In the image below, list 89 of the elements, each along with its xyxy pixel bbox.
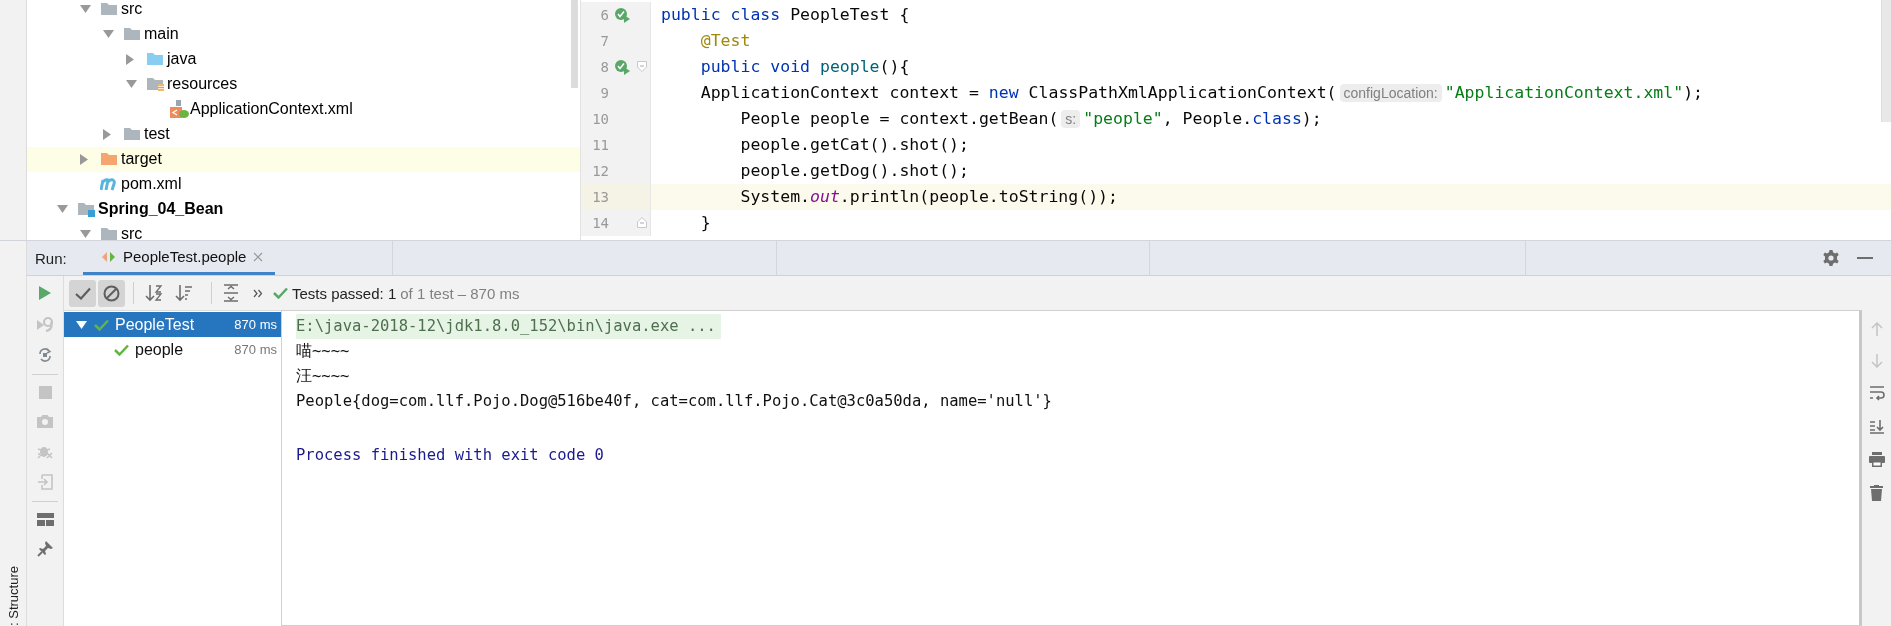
settings-icon[interactable]	[1823, 250, 1839, 266]
expanded-arrow-icon[interactable]	[80, 230, 91, 238]
collapsed-arrow-icon[interactable]	[80, 153, 88, 165]
soft-wrap-icon[interactable]	[1868, 386, 1885, 401]
show-passed-toggle[interactable]	[69, 279, 96, 307]
line-number: 8	[599, 58, 609, 75]
xml-file-icon	[169, 99, 189, 119]
expanded-arrow-icon[interactable]	[103, 30, 114, 38]
maven-file-icon	[100, 177, 118, 191]
tool-window-label[interactable]: : Structure	[5, 564, 21, 626]
line-number: 9	[599, 84, 609, 101]
tree-item[interactable]: main	[144, 25, 179, 43]
folder-icon	[123, 126, 141, 142]
test-tree-item[interactable]: PeopleTest 870 ms	[64, 312, 281, 337]
line-number: 10	[591, 110, 609, 127]
expanded-arrow-icon[interactable]	[126, 80, 137, 88]
exit-icon[interactable]	[37, 474, 53, 490]
line-number: 12	[591, 162, 609, 179]
tree-item[interactable]: resources	[167, 75, 238, 93]
minimize-icon[interactable]	[1857, 256, 1873, 260]
expand-all-icon[interactable]	[223, 284, 239, 302]
scroll-to-end-icon[interactable]	[1868, 419, 1885, 434]
tree-item[interactable]: test	[144, 125, 170, 143]
code-line: }	[699, 213, 711, 232]
line-number: 7	[599, 32, 609, 49]
rerun-icon[interactable]	[38, 285, 52, 301]
code-line: public void people(){	[699, 57, 910, 76]
tree-item[interactable]: target	[121, 150, 162, 168]
passed-check-icon	[273, 287, 288, 299]
run-tab[interactable]: PeopleTest.people	[83, 241, 276, 275]
folder-icon	[100, 1, 118, 17]
module-folder-icon	[77, 201, 95, 217]
down-arrow-icon[interactable]	[1870, 354, 1883, 368]
run-test-icon[interactable]	[613, 6, 631, 23]
check-icon	[74, 286, 91, 300]
test-summary: Tests passed: 1	[292, 284, 397, 302]
pin-icon[interactable]	[37, 541, 53, 557]
test-tree-item[interactable]: people 870 ms	[64, 337, 281, 362]
expanded-arrow-icon[interactable]	[57, 205, 68, 213]
stop-icon[interactable]	[38, 386, 52, 399]
code-line: System.out.println(people.toString());	[739, 187, 1118, 206]
tree-item[interactable]: ApplicationContext.xml	[190, 100, 353, 118]
more-icon[interactable]	[253, 288, 263, 298]
prohibited-icon	[103, 284, 120, 302]
tree-item[interactable]: src	[121, 0, 143, 18]
run-test-icon[interactable]	[613, 58, 631, 75]
code-line: People people = context.getBean( s: "people", People.class);	[739, 109, 1322, 128]
line-number: 14	[591, 214, 609, 231]
line-number: 11	[591, 136, 609, 153]
code-line: people.getCat().shot();	[739, 135, 969, 154]
code-line: ApplicationContext context = new ClassPathXmlApplicationContext( configLocation: "ApplicationContext.xml");	[699, 83, 1703, 102]
fold-marker-icon[interactable]	[637, 217, 647, 228]
tree-item[interactable]: src	[121, 225, 143, 240]
code-line: public class PeopleTest {	[660, 5, 910, 24]
sort-by-duration-icon[interactable]	[175, 284, 193, 302]
layout-icon[interactable]	[36, 513, 54, 526]
console-line: 汪~~~~	[296, 366, 350, 387]
delete-icon[interactable]	[1870, 485, 1883, 501]
sort-alphabetically-icon[interactable]	[145, 284, 163, 302]
console-line: People{dog=com.llf.Pojo.Dog@516be40f, cat=com.llf.Pojo.Cat@3c0a50da, name='null'}	[296, 391, 1052, 412]
console-line: Process finished with exit code 0	[296, 445, 604, 466]
expanded-arrow-icon[interactable]	[75, 320, 87, 329]
line-number: 13	[591, 188, 609, 205]
scrollbar[interactable]	[1881, 0, 1891, 122]
test-summary-detail: of 1 test – 870 ms	[400, 284, 520, 302]
tree-item[interactable]: Spring_04_Bean	[98, 200, 224, 218]
line-number: 6	[599, 6, 609, 23]
tree-item[interactable]: pom.xml	[121, 175, 182, 193]
fold-marker-icon[interactable]	[637, 61, 647, 72]
close-icon[interactable]	[253, 251, 264, 262]
tree-item[interactable]: java	[167, 50, 197, 68]
folder-icon	[123, 26, 141, 42]
collapsed-arrow-icon[interactable]	[126, 53, 134, 65]
code-line: people.getDog().shot();	[739, 161, 969, 180]
panel-title: Run:	[34, 249, 68, 267]
camera-icon[interactable]	[37, 414, 53, 428]
folder-icon	[146, 51, 164, 67]
expanded-arrow-icon[interactable]	[80, 5, 91, 13]
folder-icon	[100, 151, 118, 167]
scrollbar[interactable]	[571, 0, 578, 88]
code-line: @Test	[699, 31, 751, 50]
folder-icon	[146, 76, 164, 92]
show-ignored-toggle[interactable]	[98, 279, 125, 307]
refresh-icon[interactable]	[37, 347, 53, 363]
collapsed-arrow-icon[interactable]	[103, 128, 111, 140]
print-icon[interactable]	[1868, 452, 1885, 467]
up-arrow-icon[interactable]	[1870, 322, 1883, 336]
test-config-icon	[101, 250, 116, 263]
console-line: 喵~~~~	[296, 341, 350, 362]
